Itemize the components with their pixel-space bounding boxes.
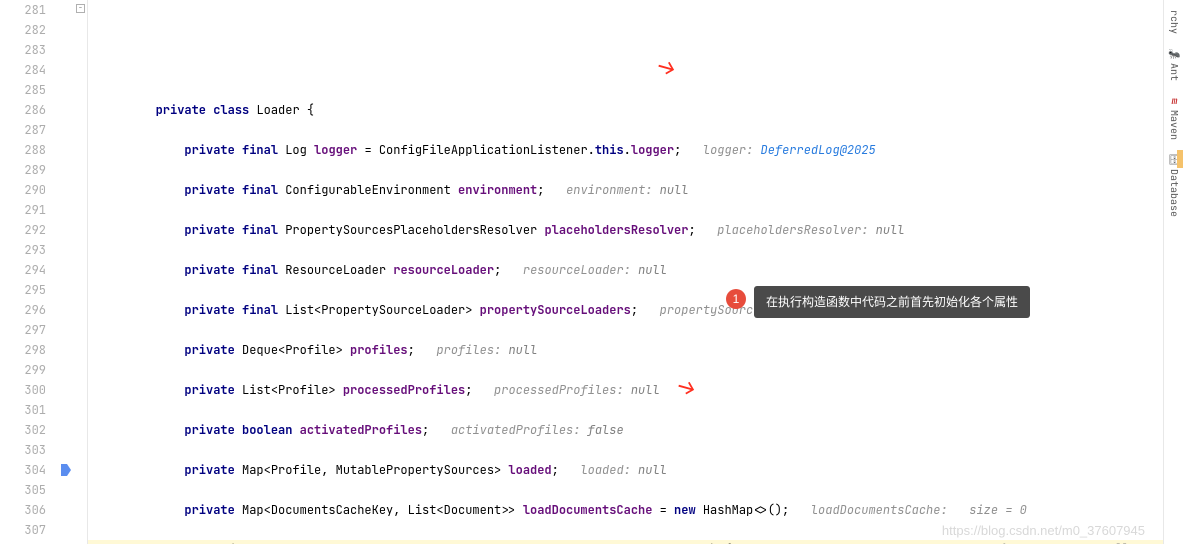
line-number[interactable]: 284 [0,60,46,80]
execution-pointer-icon [61,464,71,476]
code-editor[interactable]: private class Loader { private final Log… [88,0,1163,544]
line-number[interactable]: 293 [0,240,46,260]
line-number[interactable]: 298 [0,340,46,360]
line-number[interactable]: 292 [0,220,46,240]
code-line[interactable]: private final PropertySourcesPlaceholder… [88,220,1163,240]
line-number[interactable]: 281 [0,0,46,20]
line-number[interactable]: 307 [0,520,46,540]
maven-icon: m [1168,93,1182,107]
code-line[interactable]: private Map<DocumentsCacheKey, List<Docu… [88,500,1163,520]
line-number[interactable]: 294 [0,260,46,280]
code-line[interactable] [88,160,1163,180]
line-number[interactable]: 288 [0,140,46,160]
line-number[interactable]: 296 [0,300,46,320]
line-number[interactable]: 297 [0,320,46,340]
right-tool-rail[interactable]: rchy 🐜 Ant m Maven 🗄 Database [1163,0,1185,544]
annotation-badge: 1 [726,289,746,309]
fold-column[interactable]: − [74,0,88,544]
code-line[interactable] [88,320,1163,340]
line-number[interactable]: 306 [0,500,46,520]
line-number[interactable]: 302 [0,420,46,440]
line-number[interactable]: 303 [0,440,46,460]
hierarchy-tool-button[interactable]: rchy [1168,10,1181,34]
line-number-gutter[interactable]: 2812822832842852862872882892902912922932… [0,0,60,544]
code-line[interactable]: Loader(ConfigurableEnvironment environme… [88,540,1163,544]
maven-tool-button[interactable]: m Maven [1168,93,1182,140]
line-number[interactable]: 304 [0,460,46,480]
code-line[interactable] [88,360,1163,380]
code-line[interactable]: private Deque<Profile> profiles; profile… [88,340,1163,360]
line-number[interactable]: 305 [0,480,46,500]
line-number[interactable]: 282 [0,20,46,40]
code-line[interactable] [88,200,1163,220]
code-line[interactable]: private class Loader { [88,100,1163,120]
line-number[interactable]: 295 [0,280,46,300]
line-number[interactable]: 301 [0,400,46,420]
line-number[interactable]: 283 [0,40,46,60]
breakpoint-strip[interactable] [60,0,74,544]
line-number[interactable]: 289 [0,160,46,180]
code-line[interactable] [88,120,1163,140]
arrow-annotation-icon: ↘ [656,56,677,80]
code-line[interactable]: private final ResourceLoader resourceLoa… [88,260,1163,280]
annotation-tooltip: 在执行构造函数中代码之前首先初始化各个属性 [754,286,1030,318]
line-number[interactable]: 287 [0,120,46,140]
error-stripe-marker[interactable] [1177,150,1183,168]
code-line[interactable] [88,240,1163,260]
line-number[interactable]: 286 [0,100,46,120]
line-number[interactable]: 291 [0,200,46,220]
code-line[interactable]: private Map<Profile, MutablePropertySour… [88,460,1163,480]
line-number[interactable]: 285 [0,80,46,100]
code-line[interactable] [88,480,1163,500]
code-line[interactable] [88,400,1163,420]
ant-tool-button[interactable]: 🐜 Ant [1168,46,1182,81]
code-line[interactable]: private final Log logger = ConfigFileApp… [88,140,1163,160]
code-line[interactable] [88,520,1163,540]
code-line[interactable]: private final ConfigurableEnvironment en… [88,180,1163,200]
code-line[interactable] [88,440,1163,460]
ant-icon: 🐜 [1168,46,1182,60]
code-line[interactable]: private boolean activatedProfiles; activ… [88,420,1163,440]
code-line[interactable]: private List<Profile> processedProfiles;… [88,380,1163,400]
line-number[interactable]: 299 [0,360,46,380]
line-number[interactable]: 290 [0,180,46,200]
fold-handle-icon[interactable]: − [76,4,85,13]
line-number[interactable]: 300 [0,380,46,400]
